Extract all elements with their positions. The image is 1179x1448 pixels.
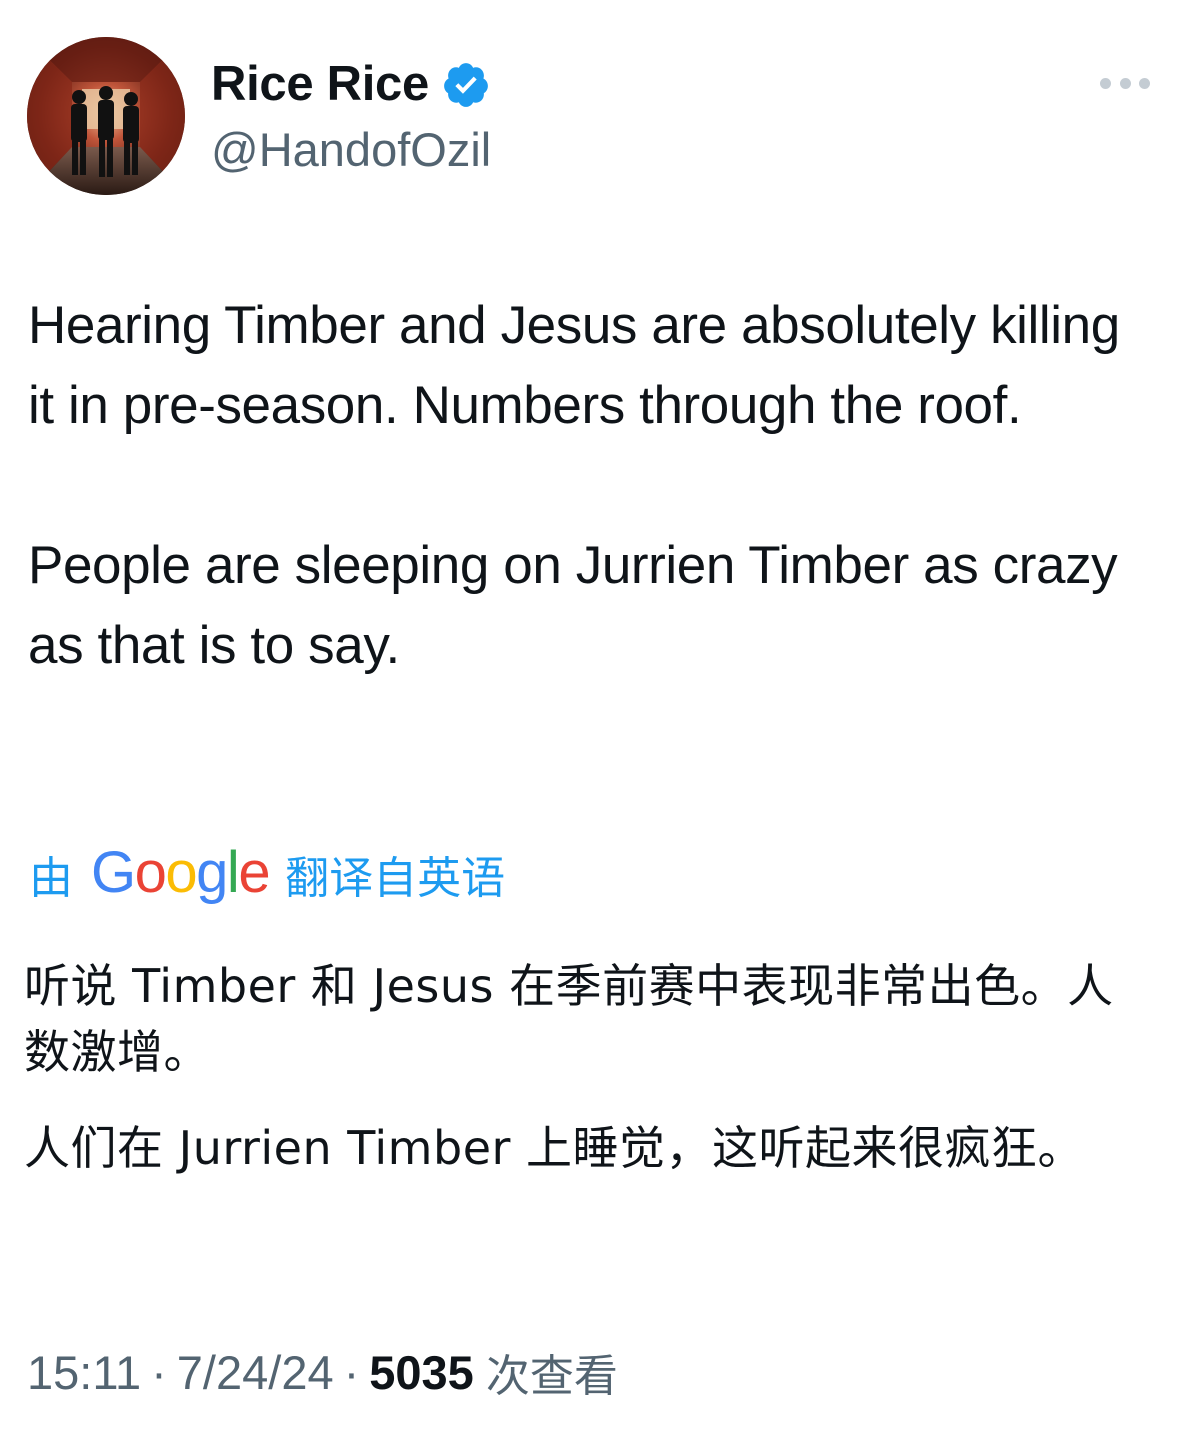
- translation-attribution[interactable]: 由 Google 翻译自英语: [29, 838, 505, 910]
- tweet-paragraph: People are sleeping on Jurrien Timber as…: [28, 536, 1118, 675]
- views-label: 次查看: [485, 1351, 618, 1402]
- more-options-icon[interactable]: [1100, 72, 1150, 94]
- tweet-paragraph: Hearing Timber and Jesus are absolutely …: [28, 296, 1120, 435]
- avatar[interactable]: [27, 37, 185, 195]
- avatar-image: [27, 37, 185, 195]
- meta-separator: ·: [151, 1345, 167, 1399]
- translated-paragraph: 人们在 Jurrien Timber 上睡觉，这听起来很疯狂。: [24, 1121, 1085, 1175]
- meta-separator: ·: [343, 1345, 360, 1399]
- verified-badge-icon[interactable]: [441, 60, 491, 110]
- translated-paragraph: 听说 Timber 和 Jesus 在季前赛中表现非常出色。人数激增。: [24, 959, 1114, 1079]
- tweet-date[interactable]: 7/24/24: [177, 1345, 334, 1400]
- author-handle[interactable]: @HandofOzil: [211, 122, 491, 177]
- more-dot: [1139, 77, 1150, 89]
- google-logo: Google: [91, 839, 271, 905]
- display-name[interactable]: Rice Rice: [211, 56, 429, 112]
- tweet-meta: 15:11 · 7/24/24 · 5035 次查看: [27, 1340, 618, 1404]
- translation-suffix: 翻译自英语: [285, 853, 506, 904]
- more-dot: [1119, 77, 1131, 89]
- tweet-time[interactable]: 15:11: [27, 1345, 141, 1400]
- views-count[interactable]: 5035: [369, 1345, 474, 1400]
- tweet-text: Hearing Timber and Jesus are absolutely …: [28, 286, 1153, 686]
- translation-prefix: 由: [29, 853, 73, 904]
- more-dot: [1100, 77, 1111, 89]
- translated-text: 听说 Timber 和 Jesus 在季前赛中表现非常出色。人数激增。 人们在 …: [24, 953, 1154, 1181]
- author-name-row[interactable]: Rice Rice: [211, 52, 491, 116]
